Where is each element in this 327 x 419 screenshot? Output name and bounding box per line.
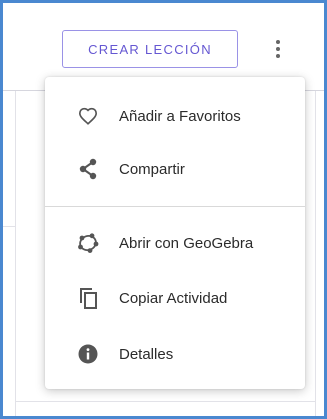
info-icon [76, 342, 100, 366]
content-left-tick [3, 226, 16, 227]
copy-icon [76, 286, 100, 310]
menu-item-add-favorites[interactable]: Añadir a Favoritos [45, 91, 305, 141]
geogebra-icon [76, 231, 100, 255]
menu-item-label: Compartir [119, 160, 185, 178]
more-vert-icon[interactable] [268, 34, 288, 64]
menu-item-details[interactable]: Detalles [45, 329, 305, 379]
heart-outline-icon [76, 104, 100, 128]
overflow-menu: Añadir a Favoritos Compartir Abrir con G… [45, 77, 305, 389]
kebab-dot [276, 47, 280, 51]
content-left-border [15, 91, 16, 416]
content-bottom-border [15, 401, 315, 402]
menu-item-open-geogebra[interactable]: Abrir con GeoGebra [45, 218, 305, 268]
menu-item-label: Abrir con GeoGebra [119, 234, 254, 252]
create-lesson-button[interactable]: CREAR LECCIÓN [62, 30, 238, 68]
menu-divider [45, 206, 305, 207]
menu-item-label: Detalles [119, 345, 174, 363]
create-lesson-label: CREAR LECCIÓN [88, 41, 212, 57]
kebab-dot [276, 40, 280, 44]
menu-item-label: Copiar Actividad [119, 289, 228, 307]
menu-item-copy-activity[interactable]: Copiar Actividad [45, 273, 305, 323]
share-icon [76, 157, 100, 181]
content-right-border [315, 91, 316, 416]
menu-item-share[interactable]: Compartir [45, 144, 305, 194]
kebab-dot [276, 54, 280, 58]
menu-item-label: Añadir a Favoritos [119, 107, 241, 125]
